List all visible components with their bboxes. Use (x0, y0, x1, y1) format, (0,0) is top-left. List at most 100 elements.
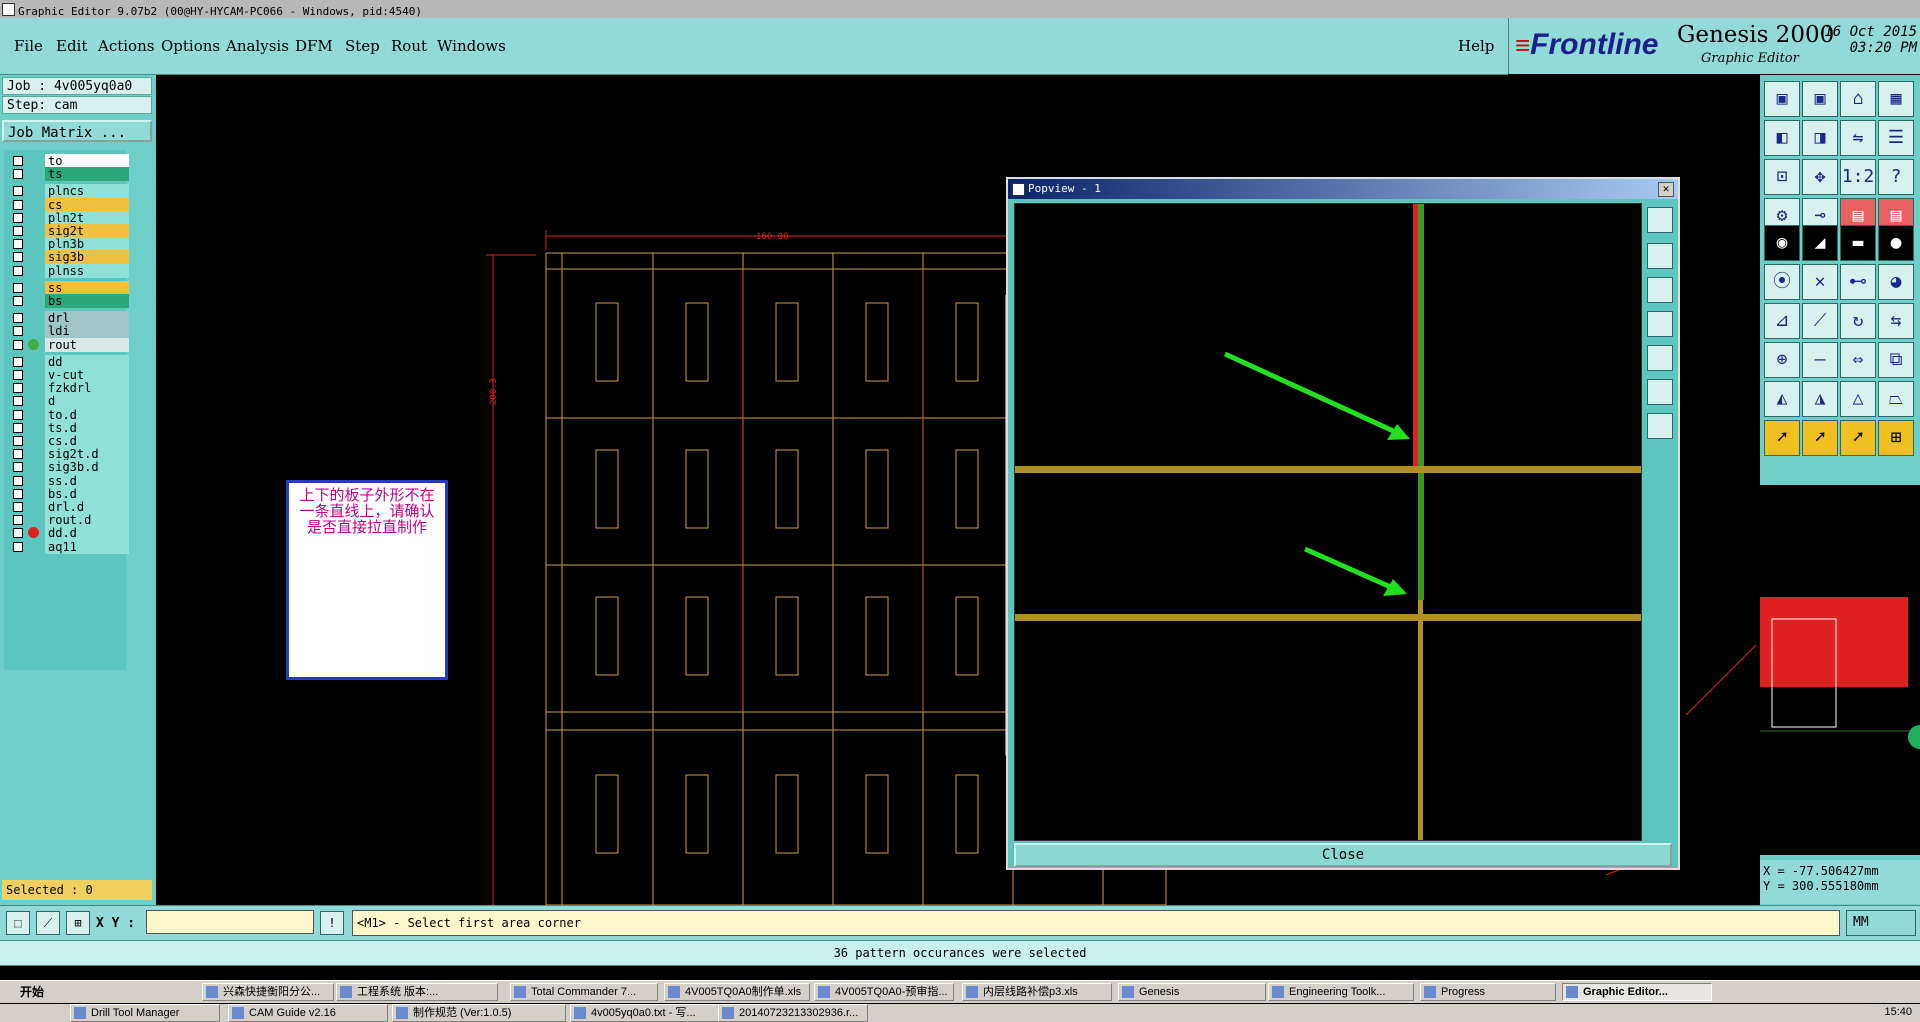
layer-checkbox[interactable] (13, 396, 23, 407)
layer-row[interactable]: ts (8, 167, 129, 182)
layer-row[interactable]: ts.d (8, 420, 129, 435)
layer-row[interactable]: bs.d (8, 486, 129, 501)
layer-checkbox[interactable] (13, 339, 23, 350)
zoom-home-icon[interactable] (1647, 379, 1673, 405)
arc-icon[interactable]: ◕ (1878, 264, 1914, 300)
layer-name[interactable]: sig2t.d (45, 447, 129, 462)
layer-name[interactable]: to (45, 154, 129, 168)
layer-checkbox[interactable] (13, 462, 23, 473)
layer-checkbox[interactable] (13, 186, 23, 197)
layer-row[interactable]: sig3b (8, 250, 129, 265)
menu-rout[interactable]: Rout (391, 37, 427, 55)
layer-row[interactable]: plncs (8, 184, 129, 199)
mirror-icon[interactable]: ⇋ (1840, 120, 1876, 156)
pan-right-icon[interactable] (1647, 345, 1673, 371)
measure-icon[interactable]: ⟋ (36, 911, 60, 935)
multi-select-icon[interactable]: ⊞ (1878, 420, 1914, 456)
layer-checkbox[interactable] (13, 528, 23, 539)
overview-map[interactable] (1760, 485, 1920, 855)
add-pad-icon[interactable]: ⊕ (1764, 342, 1800, 378)
layer-row[interactable]: to.d (8, 407, 129, 422)
layer-checkbox[interactable] (13, 515, 23, 526)
zoom-in-icon[interactable] (1647, 243, 1673, 269)
layer-row[interactable]: v-cut (8, 368, 129, 382)
scale-icon[interactable]: 1:2 (1840, 159, 1876, 195)
layer-name[interactable]: plnss (45, 263, 129, 278)
pointer-icon[interactable]: ➚ (1764, 420, 1800, 456)
taskbar-button[interactable]: Engineering Toolk... (1268, 983, 1414, 1001)
layer-row[interactable]: bs (8, 294, 129, 308)
layer-checkbox[interactable] (13, 252, 23, 263)
taskbar-button[interactable]: 工程系统 版本:... (336, 983, 498, 1001)
menu-actions[interactable]: Actions (98, 37, 154, 55)
layer-name[interactable]: pln3b (45, 237, 129, 252)
layer-name[interactable]: d (45, 394, 129, 409)
taskbar-button[interactable]: 4V005TQ0A0-预审指... (814, 983, 954, 1001)
layer-checkbox[interactable] (13, 239, 23, 250)
layer-row[interactable]: rout (8, 337, 129, 352)
pan-left-icon[interactable] (1647, 311, 1673, 337)
layers-icon[interactable]: ☰ (1878, 120, 1914, 156)
open-icon[interactable]: ▣ (1764, 81, 1800, 117)
shape-icon[interactable]: △ (1840, 381, 1876, 417)
layer-name[interactable]: drl (45, 311, 129, 326)
rotate-icon[interactable]: ↻ (1840, 303, 1876, 339)
snap-icon[interactable]: ⊞ (66, 911, 90, 935)
layer-name[interactable]: rout (45, 337, 129, 352)
layer-checkbox[interactable] (13, 156, 23, 166)
layer-row[interactable]: aq11 (8, 539, 129, 554)
layer-name[interactable]: rout.d (45, 513, 129, 528)
help-icon[interactable]: ? (1878, 159, 1914, 195)
taskbar-button[interactable]: CAM Guide v2.16 (228, 1004, 388, 1022)
layer-checkbox[interactable] (13, 370, 23, 380)
layer-name[interactable]: sig3b (45, 250, 129, 265)
layer-row[interactable]: dd (8, 354, 129, 369)
taskbar-button[interactable]: 内层线路补偿p3.xls (962, 983, 1112, 1001)
layer-checkbox[interactable] (13, 212, 23, 223)
menu-analysis[interactable]: Analysis (226, 37, 289, 55)
layer-checkbox[interactable] (13, 422, 23, 433)
xy-input[interactable] (146, 910, 314, 934)
layer-checkbox[interactable] (13, 356, 23, 367)
redo-icon[interactable]: ◨ (1802, 120, 1838, 156)
taskbar-button[interactable]: Progress (1420, 983, 1556, 1001)
layer-checkbox[interactable] (13, 436, 23, 446)
zoom-area-icon[interactable] (1647, 413, 1673, 439)
layer-name[interactable]: sig3b.d (45, 460, 129, 475)
layer-name[interactable]: plncs (45, 184, 129, 199)
layer-row[interactable]: drl (8, 311, 129, 326)
layer-checkbox[interactable] (13, 409, 23, 420)
layer-checkbox[interactable] (13, 169, 23, 180)
cross-icon[interactable]: ✕ (1802, 264, 1838, 300)
layer-checkbox[interactable] (13, 282, 23, 293)
layer-row[interactable]: sig2t.d (8, 447, 129, 462)
layer-name[interactable]: aq11 (45, 539, 129, 554)
layer-row[interactable]: d (8, 394, 129, 409)
layer-checkbox[interactable] (13, 226, 23, 236)
layer-checkbox[interactable] (13, 199, 23, 210)
start-button[interactable]: 开始 (2, 983, 58, 1001)
layer-row[interactable]: sig2t (8, 224, 129, 238)
pad-icon[interactable]: ◉ (1764, 225, 1800, 261)
layer-name[interactable]: ss.d (45, 473, 129, 488)
move-icon[interactable]: ⇔ (1840, 342, 1876, 378)
home-icon[interactable]: ⌂ (1840, 81, 1876, 117)
layer-name[interactable]: dd.d (45, 526, 129, 541)
outline-icon[interactable]: ◮ (1802, 381, 1838, 417)
line-icon[interactable]: ◢ (1802, 225, 1838, 261)
taskbar-button[interactable]: Genesis (1118, 983, 1266, 1001)
text-icon[interactable]: ◭ (1764, 381, 1800, 417)
layer-row[interactable]: ldi (8, 324, 129, 339)
taskbar-button[interactable]: 4V005TQ0A0制作单.xls (664, 983, 810, 1001)
units-select[interactable]: MM (1846, 910, 1916, 936)
layer-row[interactable]: sig3b.d (8, 460, 129, 475)
delete-line-icon[interactable]: — (1802, 342, 1838, 378)
layer-row[interactable]: pln2t (8, 210, 129, 225)
draw-line-icon[interactable]: ⟋ (1802, 303, 1838, 339)
layer-checkbox[interactable] (13, 326, 23, 337)
layer-name[interactable]: cs (45, 197, 129, 212)
menu-windows[interactable]: Windows (437, 37, 506, 55)
menu-help[interactable]: Help (1458, 37, 1494, 55)
save-icon[interactable]: ▣ (1802, 81, 1838, 117)
layer-checkbox[interactable] (13, 502, 23, 512)
